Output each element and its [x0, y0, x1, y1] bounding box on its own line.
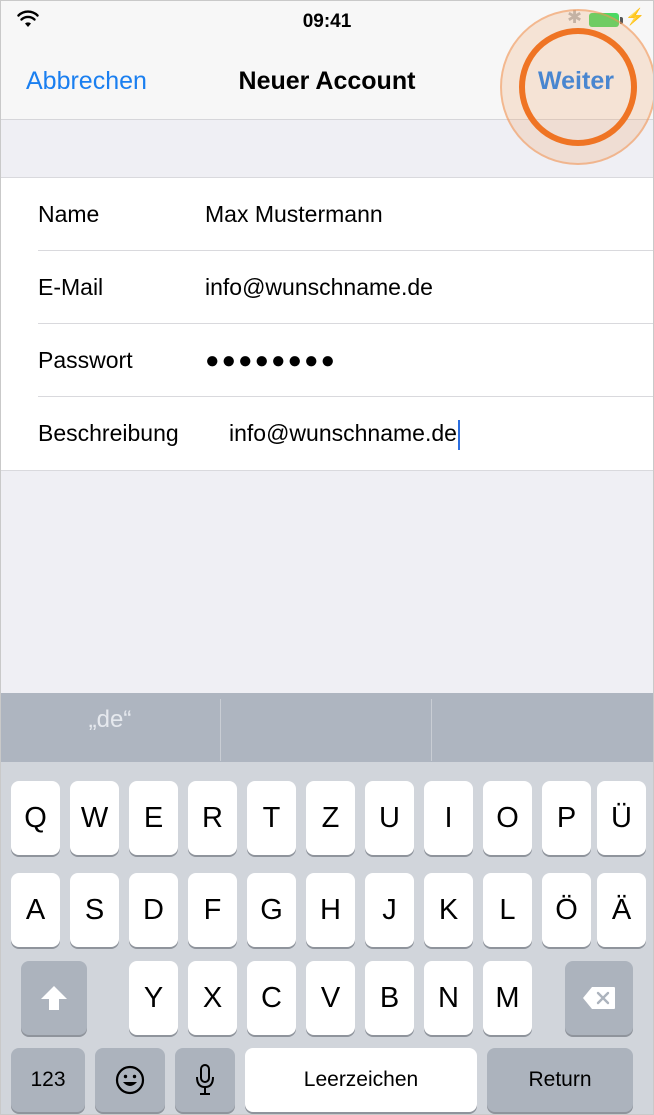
emoji-icon: [115, 1065, 145, 1095]
key-d[interactable]: D: [129, 873, 178, 947]
description-field[interactable]: info@wunschname.de: [229, 397, 460, 470]
microphone-key[interactable]: [175, 1048, 235, 1112]
key-u[interactable]: U: [365, 781, 414, 855]
password-label: Passwort: [38, 347, 133, 373]
shift-icon: [41, 986, 67, 1010]
form-row-description: Beschreibung info@wunschname.de: [1, 397, 653, 470]
key-o[interactable]: O: [483, 781, 532, 855]
delete-key[interactable]: [565, 961, 633, 1035]
key-j[interactable]: J: [365, 873, 414, 947]
key-z[interactable]: Z: [306, 781, 355, 855]
numbers-key[interactable]: 123: [11, 1048, 85, 1112]
account-form: Name Max Mustermann E-Mail info@wunschna…: [1, 177, 653, 471]
email-label: E-Mail: [38, 274, 104, 300]
suggestion-item[interactable]: [221, 693, 430, 762]
key-ae[interactable]: Ä: [597, 873, 646, 947]
key-q[interactable]: Q: [11, 781, 60, 855]
delete-icon: [583, 987, 615, 1009]
suggestion-bar: „de“: [1, 693, 653, 762]
key-n[interactable]: N: [424, 961, 473, 1035]
key-m[interactable]: M: [483, 961, 532, 1035]
description-label: Beschreibung: [38, 420, 179, 446]
email-field[interactable]: info@wunschname.de: [205, 251, 433, 324]
key-s[interactable]: S: [70, 873, 119, 947]
key-w[interactable]: W: [70, 781, 119, 855]
emoji-key[interactable]: [95, 1048, 165, 1112]
key-c[interactable]: C: [247, 961, 296, 1035]
charging-bolt-icon: ⚡: [625, 9, 645, 26]
key-t[interactable]: T: [247, 781, 296, 855]
shift-key[interactable]: [21, 961, 87, 1035]
key-e[interactable]: E: [129, 781, 178, 855]
suggestion-item[interactable]: [432, 693, 653, 762]
tap-highlight-ring: [519, 28, 637, 146]
key-l[interactable]: L: [483, 873, 532, 947]
key-k[interactable]: K: [424, 873, 473, 947]
space-key[interactable]: Leerzeichen: [245, 1048, 477, 1112]
cancel-button[interactable]: Abbrechen: [26, 67, 147, 96]
key-ue[interactable]: Ü: [597, 781, 646, 855]
key-g[interactable]: G: [247, 873, 296, 947]
name-field[interactable]: Max Mustermann: [205, 178, 383, 251]
microphone-icon: [196, 1064, 214, 1095]
key-f[interactable]: F: [188, 873, 237, 947]
phone-screen: 09:41 ✱ ⚡ Abbrechen Neuer Account Weiter…: [0, 0, 654, 1115]
name-label: Name: [38, 201, 100, 227]
key-h[interactable]: H: [306, 873, 355, 947]
key-a[interactable]: A: [11, 873, 60, 947]
return-key[interactable]: Return: [487, 1048, 633, 1112]
key-oe[interactable]: Ö: [542, 873, 591, 947]
key-b[interactable]: B: [365, 961, 414, 1035]
key-p[interactable]: P: [542, 781, 591, 855]
form-row-password: Passwort ●●●●●●●●: [1, 324, 653, 397]
key-v[interactable]: V: [306, 961, 355, 1035]
description-value: info@wunschname.de: [229, 420, 457, 446]
key-i[interactable]: I: [424, 781, 473, 855]
key-x[interactable]: X: [188, 961, 237, 1035]
keyboard: „de“ Q W E R T Z U I O P Ü A S D F G H J…: [1, 693, 653, 1114]
form-row-email: E-Mail info@wunschname.de: [1, 251, 653, 324]
key-r[interactable]: R: [188, 781, 237, 855]
text-cursor: [457, 419, 460, 450]
form-row-name: Name Max Mustermann: [1, 178, 653, 251]
password-field[interactable]: ●●●●●●●●: [205, 324, 337, 397]
key-y[interactable]: Y: [129, 961, 178, 1035]
suggestion-item[interactable]: „de“: [1, 693, 219, 762]
